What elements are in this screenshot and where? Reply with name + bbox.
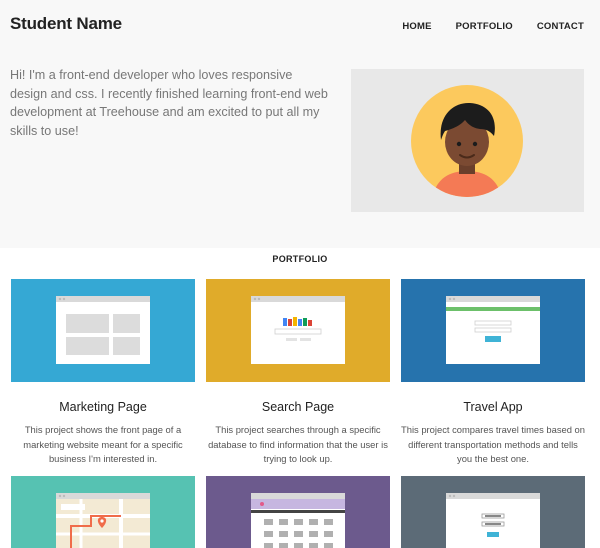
project-title[interactable]: Marketing Page <box>11 400 195 414</box>
search-page-illustration <box>206 279 390 382</box>
map-app-illustration <box>11 476 195 548</box>
project-thumbnail[interactable] <box>11 279 195 382</box>
marketing-page-illustration <box>11 279 195 382</box>
travel-app-illustration <box>401 279 585 382</box>
intro-text: Hi! I'm a front-end developer who loves … <box>10 68 328 138</box>
nav-contact-link[interactable]: CONTACT <box>537 21 584 32</box>
project-thumbnail[interactable] <box>401 476 585 548</box>
avatar-icon <box>411 85 523 197</box>
project-description: This project shows the front page of a m… <box>23 424 183 464</box>
nav-portfolio-link[interactable]: PORTFOLIO <box>456 21 513 32</box>
gallery-app-illustration <box>206 476 390 548</box>
project-thumbnail[interactable] <box>206 476 390 548</box>
main-nav: HOME PORTFOLIO CONTACT <box>402 21 584 32</box>
project-description: This project compares travel times based… <box>401 424 585 464</box>
portfolio-heading: PORTFOLIO <box>272 254 328 264</box>
project-title[interactable]: Travel App <box>401 400 585 414</box>
nav-home-link[interactable]: HOME <box>402 21 431 32</box>
project-description: This project searches through a specific… <box>208 424 388 464</box>
site-brand[interactable]: Student Name <box>10 14 122 34</box>
project-title[interactable]: Search Page <box>206 400 390 414</box>
project-thumbnail[interactable] <box>11 476 195 548</box>
project-thumbnail[interactable] <box>401 279 585 382</box>
hero-section: Student Name HOME PORTFOLIO CONTACT Hi! … <box>0 0 600 248</box>
project-thumbnail[interactable] <box>206 279 390 382</box>
avatar-panel <box>351 69 584 212</box>
login-app-illustration <box>401 476 585 548</box>
